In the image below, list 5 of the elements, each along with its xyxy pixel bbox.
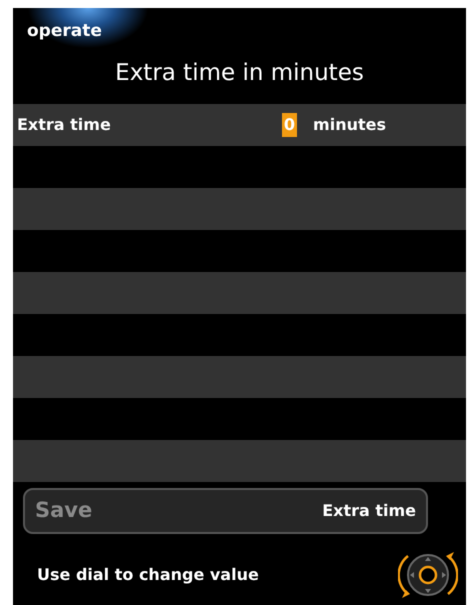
unit-label: minutes xyxy=(313,114,386,136)
hint-text: Use dial to change value xyxy=(37,564,259,586)
screen-title: Extra time in minutes xyxy=(114,59,365,88)
context-label: Extra time xyxy=(322,500,416,522)
row-label: Extra time xyxy=(17,114,112,136)
